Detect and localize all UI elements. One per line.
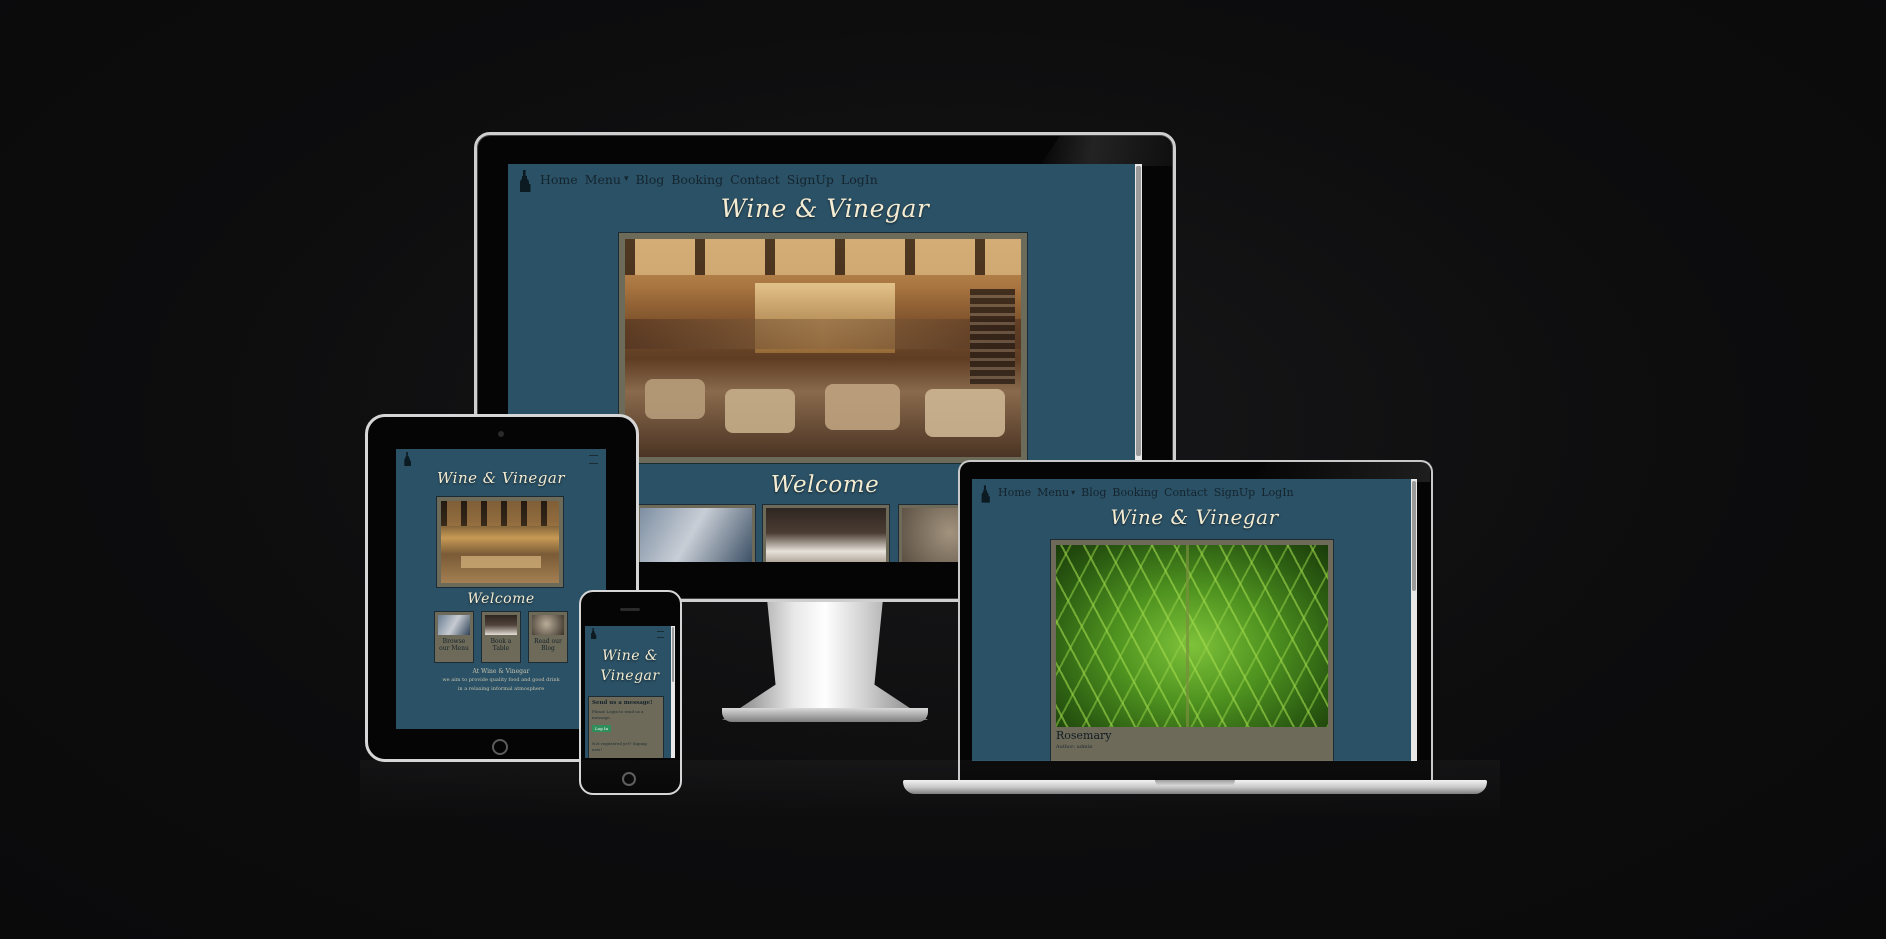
laptop-nav-login-link[interactable]: LogIn (1261, 486, 1293, 499)
herb-author: Author: admin (1056, 744, 1093, 750)
phone-form-note: Please Login to send us a message. (592, 709, 644, 720)
tablet-intro-line1: At Wine & Vinegar (472, 668, 530, 675)
chevron-down-icon[interactable]: ▾ (1071, 488, 1075, 497)
nav-home-link[interactable]: Home (540, 172, 578, 187)
phone-footer-note: Not registered yet? Signup now! (592, 741, 647, 752)
tablet-intro-line3: in a relaxing informal atmosphere (457, 686, 545, 692)
phone-login-button[interactable]: Log In (592, 725, 612, 732)
monitor-stand-base (722, 708, 928, 722)
phone-form-title: Send us a message! (592, 700, 653, 706)
wine-bottle-icon (404, 452, 411, 466)
nav-contact-link[interactable]: Contact (730, 172, 780, 187)
tablet-camera (498, 431, 504, 437)
laptop-navbar: Home Menu ▾ Blog Booking Contact SignUp … (972, 479, 1417, 505)
site-title: Wine & Vinegar (720, 194, 930, 223)
chevron-down-icon[interactable]: ▾ (624, 174, 629, 184)
laptop-nav-signup-link[interactable]: SignUp (1214, 486, 1256, 499)
desktop-navbar: Home Menu ▾ Blog Booking Contact SignUp … (508, 164, 1142, 194)
tablet-card-booking[interactable]: Book a Table (481, 611, 521, 663)
phone-title-line1: Wine & (602, 648, 658, 664)
tablet-home-button[interactable] (492, 739, 508, 755)
laptop-nav-home-link[interactable]: Home (998, 486, 1031, 499)
tablet-card-menu[interactable]: Browse our Menu (434, 611, 474, 663)
laptop-nav-menu-link[interactable]: Menu (1037, 486, 1069, 499)
laptop-nav-contact-link[interactable]: Contact (1164, 486, 1208, 499)
phone-title-line2: Vinegar (600, 668, 660, 684)
herb-name: Rosemary (1056, 729, 1112, 742)
laptop-nav-blog-link[interactable]: Blog (1081, 486, 1106, 499)
tablet-screen: Wine & Vinegar Welcome Browse our Menu Bo… (396, 449, 606, 729)
nav-blog-link[interactable]: Blog (636, 172, 665, 187)
phone-scrollbar[interactable] (671, 626, 675, 758)
nav-booking-link[interactable]: Booking (671, 172, 723, 187)
herb-card: Rosemary Author: admin (1050, 539, 1334, 761)
tablet-card-booking-line2: Table (492, 644, 510, 652)
hamburger-icon[interactable] (589, 455, 598, 464)
laptop-screen: Home Menu ▾ Blog Booking Contact SignUp … (972, 479, 1417, 761)
laptop-site-title: Wine & Vinegar (1110, 505, 1279, 529)
nav-signup-link[interactable]: SignUp (787, 172, 834, 187)
herb-photo (1056, 545, 1328, 727)
tablet-site-title: Wine & Vinegar (437, 469, 565, 487)
monitor-glare (1040, 136, 1172, 166)
tablet-card-blog[interactable]: Read our Blog (528, 611, 568, 663)
phone-speaker (620, 608, 640, 611)
tablet-card-menu-line2: our Menu (439, 644, 469, 652)
tablet-welcome-heading: Welcome (467, 591, 535, 607)
phone-screen: Wine & Vinegar Send us a message! Please… (585, 626, 675, 758)
desktop-card-menu[interactable] (636, 504, 756, 562)
tablet-intro-line2: we aim to provide quality food and good … (442, 677, 560, 683)
tablet-card-blog-line2: Blog (541, 644, 555, 652)
tablet-hero-photo (436, 496, 564, 588)
wine-bottle-icon (520, 170, 531, 192)
wine-bottle-icon (981, 484, 990, 503)
laptop-nav-booking-link[interactable]: Booking (1112, 486, 1158, 499)
nav-menu-link[interactable]: Menu (585, 172, 621, 187)
nav-login-link[interactable]: LogIn (841, 172, 878, 187)
hero-photo (618, 232, 1028, 464)
hamburger-icon[interactable] (657, 631, 664, 638)
laptop-scrollbar[interactable] (1411, 479, 1417, 761)
wine-bottle-icon (591, 628, 597, 639)
desktop-card-booking[interactable] (762, 504, 890, 562)
phone-message-card: Send us a message! Please Login to send … (588, 696, 664, 758)
floor-reflection (360, 760, 1500, 820)
